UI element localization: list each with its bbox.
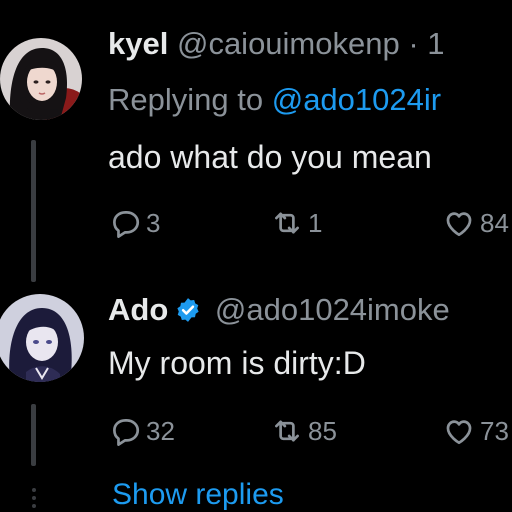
reply-count: 32 — [146, 415, 175, 446]
thread-line — [31, 140, 36, 282]
retweet-button[interactable]: 1 — [270, 206, 322, 240]
display-name[interactable]: Ado — [108, 292, 168, 327]
user-handle[interactable]: @ado1024imoke — [215, 292, 450, 327]
like-icon — [446, 212, 472, 237]
tweet-text: My room is dirty:D — [108, 345, 366, 381]
tweet-actions: 32 85 73 — [108, 414, 512, 450]
verified-badge-icon — [177, 298, 199, 322]
retweet-button[interactable]: 85 — [270, 414, 337, 448]
thread-line — [31, 404, 36, 466]
tweet-header: Ado @ado1024imoke — [108, 292, 450, 328]
more-replies-dots — [28, 488, 40, 508]
show-replies-link[interactable]: Show replies — [112, 478, 284, 512]
replying-to-label: Replying to — [108, 82, 272, 117]
like-button[interactable]: 84 — [442, 206, 509, 240]
reply-icon — [113, 419, 140, 446]
like-icon — [446, 420, 472, 445]
retweet-icon — [275, 212, 299, 234]
display-name[interactable]: kyel — [108, 26, 168, 61]
tweet-actions: 3 1 84 — [108, 206, 512, 242]
reply-button[interactable]: 32 — [108, 414, 175, 448]
tweet-header: kyel @caiouimokenp · 1 — [108, 26, 445, 62]
retweet-count: 1 — [308, 207, 323, 238]
like-count: 84 — [480, 207, 509, 238]
like-button[interactable]: 73 — [442, 414, 509, 448]
reply-button[interactable]: 3 — [108, 206, 160, 240]
user-handle[interactable]: @caiouimokenp — [177, 26, 400, 61]
retweet-count: 85 — [308, 415, 337, 446]
mention-link[interactable]: @ado1024ir — [272, 82, 441, 117]
retweet-icon — [275, 420, 299, 442]
avatar[interactable] — [0, 294, 84, 382]
avatar[interactable] — [0, 38, 82, 120]
reply-icon — [113, 211, 140, 238]
reply-count: 3 — [146, 207, 161, 238]
like-count: 73 — [480, 415, 509, 446]
tweet-text: ado what do you mean — [108, 139, 432, 175]
timestamp[interactable]: · 1 — [408, 26, 444, 61]
replying-to: Replying to @ado1024ir — [108, 82, 441, 118]
